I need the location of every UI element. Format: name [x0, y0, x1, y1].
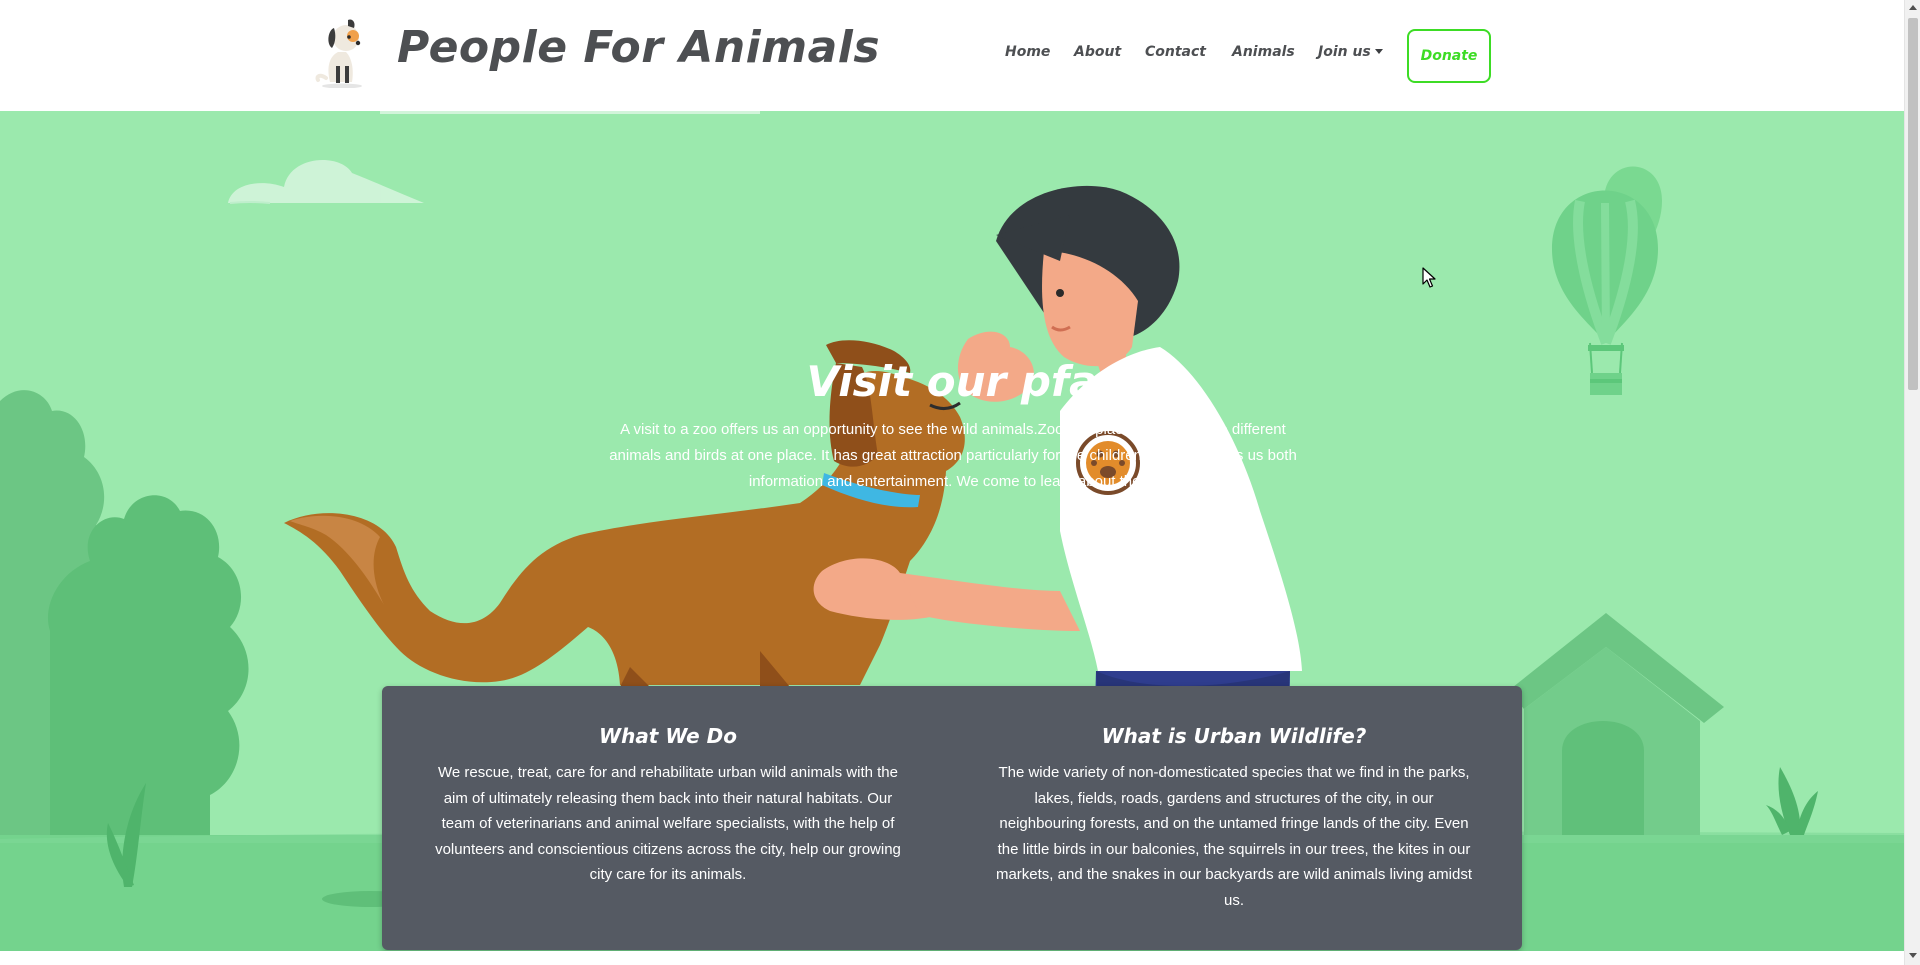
mouse-pointer-icon — [1422, 267, 1436, 288]
vertical-scrollbar[interactable] — [1904, 0, 1920, 965]
info-panel: What We Do We rescue, treat, care for an… — [382, 686, 1522, 950]
scrollbar-thumb[interactable] — [1908, 18, 1918, 390]
site-header: People For Animals Home About Contact An… — [0, 0, 1904, 111]
sitting-dog-icon[interactable] — [312, 16, 368, 88]
urban-wildlife-block: What is Urban Wildlife? The wide variety… — [990, 724, 1478, 913]
hero-description: A visit to a zoo offers us an opportunit… — [609, 421, 1297, 490]
nav-join-us[interactable]: Join us — [1318, 44, 1383, 60]
hero-title: Visit our pfa — [806, 357, 1098, 406]
brand-title[interactable]: People For Animals — [397, 22, 880, 73]
what-we-do-text: We rescue, treat, care for and rehabilit… — [435, 764, 901, 883]
scroll-down-arrow-icon[interactable] — [1909, 953, 1917, 958]
grass-icon — [1766, 767, 1818, 835]
tree-icon — [0, 390, 249, 835]
urban-wildlife-title: What is Urban Wildlife? — [1101, 724, 1367, 748]
urban-wildlife-text: The wide variety of non-domesticated spe… — [995, 764, 1473, 909]
page-bottom-edge — [0, 951, 1904, 965]
cloud-icon — [228, 160, 424, 204]
dog-house-icon — [1508, 613, 1724, 835]
donate-button[interactable]: Donate — [1407, 29, 1491, 83]
what-we-do-title: What We Do — [599, 724, 737, 748]
nav-animals[interactable]: Animals — [1232, 44, 1295, 60]
nav-join-us-label: Join us — [1318, 44, 1371, 60]
caret-down-icon — [1374, 49, 1383, 54]
what-we-do-block: What We Do We rescue, treat, care for an… — [430, 724, 906, 888]
nav-about[interactable]: About — [1074, 44, 1121, 60]
nav-home[interactable]: Home — [1005, 44, 1050, 60]
nav-contact[interactable]: Contact — [1145, 44, 1206, 60]
scroll-up-arrow-icon[interactable] — [1909, 5, 1917, 10]
